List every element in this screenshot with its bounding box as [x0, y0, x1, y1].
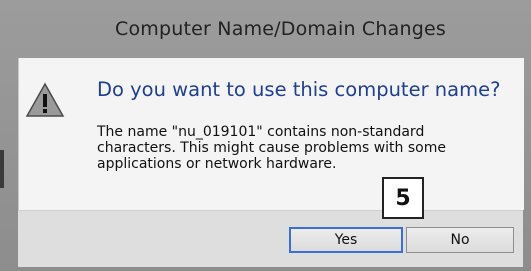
dialog-content: Do you want to use this computer name? T…: [18, 58, 524, 210]
yes-button[interactable]: Yes: [289, 227, 403, 253]
dialog-window: Computer Name/Domain Changes Do you want…: [0, 0, 531, 271]
title-bar: Computer Name/Domain Changes: [0, 0, 531, 58]
no-button[interactable]: No: [406, 227, 514, 253]
window-title: Computer Name/Domain Changes: [115, 18, 446, 40]
step-callout: 5: [382, 177, 424, 219]
button-bar: Yes No: [18, 210, 523, 267]
warning-icon: [25, 82, 65, 117]
dialog-heading: Do you want to use this computer name?: [97, 78, 501, 101]
edge-mark: [0, 150, 4, 188]
dialog-message: The name "nu_019101" contains non-standa…: [97, 124, 446, 172]
